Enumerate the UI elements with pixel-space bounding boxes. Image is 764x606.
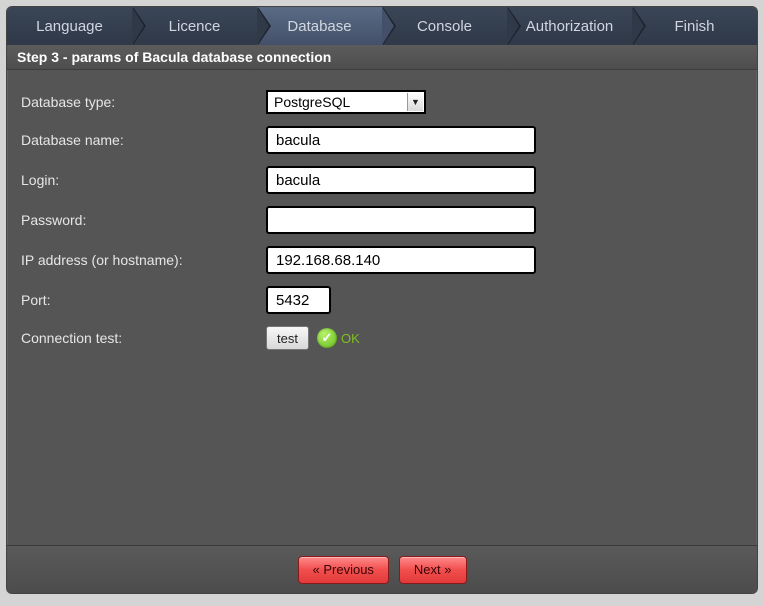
tab-finish[interactable]: Finish: [632, 7, 757, 45]
test-button[interactable]: test: [266, 326, 309, 350]
ip-input[interactable]: [266, 246, 536, 274]
port-input[interactable]: [266, 286, 331, 314]
wizard-window: Language Licence Database Console Author…: [6, 6, 758, 594]
wizard-tabs: Language Licence Database Console Author…: [7, 7, 757, 45]
tab-label: Finish: [674, 18, 714, 35]
label-db-type: Database type:: [21, 94, 266, 110]
tab-label: Licence: [169, 18, 221, 35]
step-title: Step 3 - params of Bacula database conne…: [7, 45, 757, 70]
tab-authorization[interactable]: Authorization: [507, 7, 632, 45]
tab-label: Authorization: [526, 18, 614, 35]
label-port: Port:: [21, 292, 266, 308]
check-circle-icon: ✓: [317, 328, 337, 348]
form-area: Database type: PostgreSQL ▼ Database nam…: [7, 70, 757, 545]
status-text: OK: [341, 331, 360, 346]
login-input[interactable]: [266, 166, 536, 194]
previous-button[interactable]: « Previous: [298, 556, 389, 584]
tab-label: Database: [287, 18, 351, 35]
db-type-value: PostgreSQL: [274, 94, 350, 110]
label-conn-test: Connection test:: [21, 330, 266, 346]
wizard-footer: « Previous Next »: [7, 545, 757, 593]
label-login: Login:: [21, 172, 266, 188]
password-input[interactable]: [266, 206, 536, 234]
label-password: Password:: [21, 212, 266, 228]
label-db-name: Database name:: [21, 132, 266, 148]
tab-console[interactable]: Console: [382, 7, 507, 45]
tab-licence[interactable]: Licence: [132, 7, 257, 45]
db-name-input[interactable]: [266, 126, 536, 154]
tab-label: Console: [417, 18, 472, 35]
chevron-down-icon: ▼: [407, 93, 423, 111]
tab-label: Language: [36, 18, 103, 35]
next-button[interactable]: Next »: [399, 556, 467, 584]
db-type-select[interactable]: PostgreSQL ▼: [266, 90, 426, 114]
tab-language[interactable]: Language: [7, 7, 132, 45]
tab-database[interactable]: Database: [257, 7, 382, 45]
label-ip: IP address (or hostname):: [21, 252, 266, 268]
connection-status: ✓ OK: [317, 328, 360, 348]
